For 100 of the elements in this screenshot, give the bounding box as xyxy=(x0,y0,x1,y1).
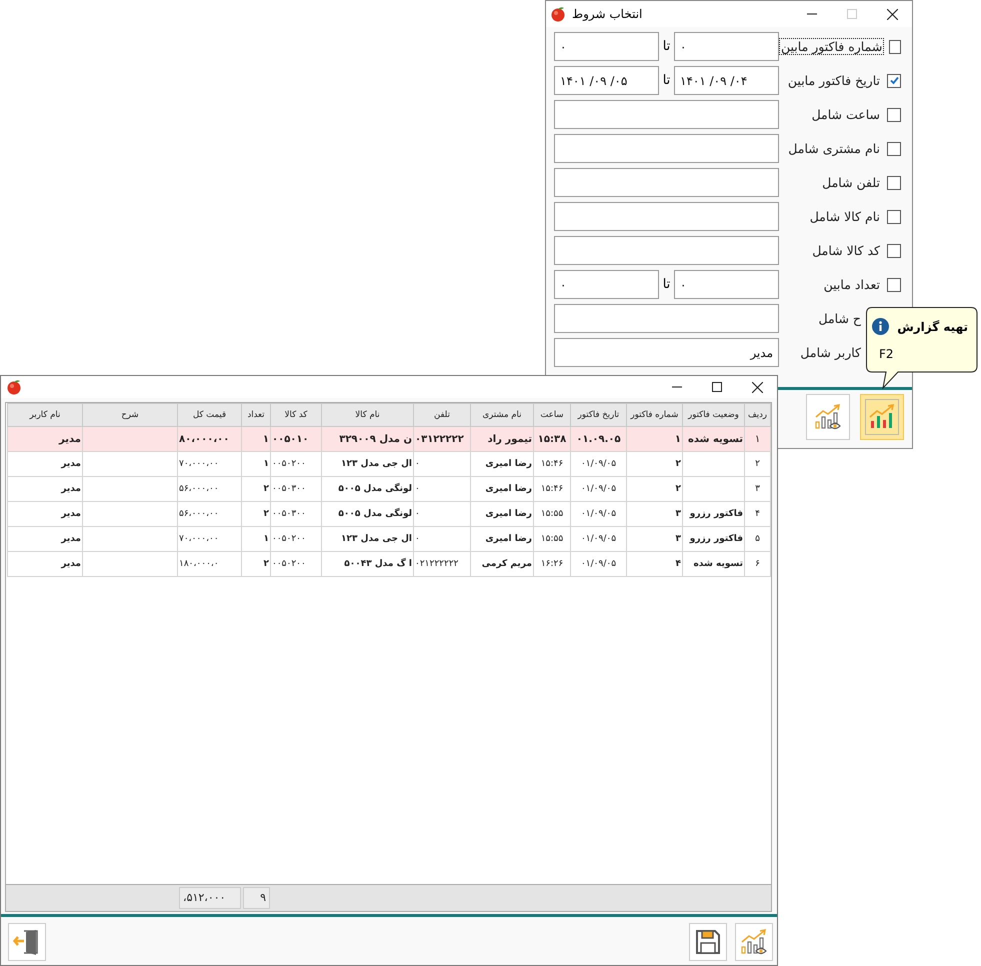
input-field[interactable]: ۰ xyxy=(554,32,659,61)
checkbox[interactable] xyxy=(889,40,901,54)
table-cell: تسویه شده xyxy=(682,552,744,576)
minimize-icon[interactable] xyxy=(672,386,682,388)
table-cell: ۱۵:۴۶ xyxy=(534,476,570,502)
table-cell: ۱۵:۵۵ xyxy=(534,502,570,526)
input-field[interactable]: مدیر xyxy=(554,338,779,367)
checkbox[interactable] xyxy=(887,210,901,224)
input-field[interactable]: ۱۴۰۱ /۰۹ /۰۵ xyxy=(554,66,659,95)
column-header[interactable]: نام مشتری xyxy=(470,404,534,426)
table-cell: ۲ xyxy=(744,452,770,476)
checkbox[interactable] xyxy=(887,108,901,122)
checkbox[interactable] xyxy=(887,142,901,156)
column-header[interactable]: قیمت کل xyxy=(178,404,242,426)
input-field[interactable] xyxy=(554,134,779,163)
input-field[interactable] xyxy=(554,236,779,265)
input-field[interactable] xyxy=(554,202,779,231)
table-cell: ۰ xyxy=(414,502,470,526)
table-cell: فاکتور رزرو xyxy=(682,502,744,526)
table-cell: ۰۰۵۰۱۰ xyxy=(270,426,322,452)
info-icon xyxy=(872,318,890,335)
column-header[interactable]: ردیف xyxy=(744,404,770,426)
range-separator: تا xyxy=(662,39,672,54)
filter-label: تاریخ فاکتور مابین xyxy=(786,72,881,89)
table-cell: ۰۲۱۲۲۲۲۲۲ xyxy=(414,552,470,576)
chart-preview-icon xyxy=(813,402,843,432)
table-cell: مدیر xyxy=(8,526,82,552)
table-cell: ۱ xyxy=(242,426,270,452)
table-cell: ۱ xyxy=(242,452,270,476)
table-cell: ۲ xyxy=(626,452,682,476)
table-cell: ۰۰۵۰۳۰۰ xyxy=(270,502,322,526)
input-field[interactable]: ۱۴۰۱ /۰۹ /۰۴ xyxy=(674,66,779,95)
table-cell: ۰۰۵۰۲۰۰ xyxy=(270,552,322,576)
filter-label: نام کالا شامل xyxy=(808,208,881,225)
column-header[interactable]: نام کاربر xyxy=(8,404,82,426)
column-header[interactable]: تعداد xyxy=(242,404,270,426)
table-cell: ۰۰۵۰۲۰۰ xyxy=(270,526,322,552)
filter-label: ساعت شامل xyxy=(810,106,881,123)
column-header[interactable]: ساعت xyxy=(534,404,570,426)
table-cell: تسویه شده xyxy=(682,426,744,452)
table-cell: رضا امیری xyxy=(470,476,534,502)
column-header[interactable]: کد کالا xyxy=(270,404,322,426)
input-field[interactable]: ۰ xyxy=(674,32,779,61)
tomato-icon xyxy=(6,379,22,395)
close-icon[interactable] xyxy=(752,382,762,392)
input-field[interactable]: ۰ xyxy=(674,270,779,299)
total-value: ۹ xyxy=(243,887,270,909)
column-header[interactable]: نام کالا xyxy=(322,404,414,426)
table-cell: مدیر xyxy=(8,502,82,526)
table-cell: فاکتور رزرو xyxy=(682,526,744,552)
filter-label: نام مشتری شامل xyxy=(787,140,881,157)
table-cell: ۱۵:۳۸ xyxy=(534,426,570,452)
column-header[interactable]: وضعیت فاکتور xyxy=(682,404,744,426)
table-cell: ۰۱/۰۹/۰۵ xyxy=(570,502,626,526)
input-field[interactable]: ۰ xyxy=(554,270,659,299)
input-field[interactable] xyxy=(554,304,779,333)
input-field[interactable] xyxy=(554,168,779,197)
maximize-icon[interactable] xyxy=(712,382,722,392)
close-icon[interactable] xyxy=(886,8,898,20)
table-cell: ۷۰،۰۰۰،۰۰ xyxy=(178,452,242,476)
checkbox[interactable] xyxy=(887,74,901,88)
table-cell: ۲ xyxy=(242,476,270,502)
checkbox[interactable] xyxy=(887,278,901,292)
filter-label: کاربر شامل xyxy=(799,344,862,361)
exit-door-icon xyxy=(13,928,41,956)
report-button[interactable] xyxy=(860,394,904,440)
table-cell: رضا امیری xyxy=(470,526,534,552)
table-cell: ال جی مدل ۱۲۳ xyxy=(322,526,414,552)
filter-label: ح شامل xyxy=(818,310,862,327)
preview-button[interactable] xyxy=(806,394,850,440)
table-cell: ۳ xyxy=(626,502,682,526)
table-cell: ۵۶،۰۰۰،۰۰ xyxy=(178,476,242,502)
preview-button[interactable] xyxy=(735,923,773,961)
column-header[interactable]: تاریخ فاکتور xyxy=(570,404,626,426)
minimize-icon[interactable] xyxy=(807,13,817,15)
column-header[interactable]: تلفن xyxy=(414,404,470,426)
range-separator: تا xyxy=(662,277,672,292)
table-cell: ۱۵:۵۵ xyxy=(534,526,570,552)
table-cell: ۵۶،۰۰۰،۰۰ xyxy=(178,502,242,526)
input-field[interactable] xyxy=(554,100,779,129)
window-title: انتخاب شروط xyxy=(572,7,642,21)
filter-label: تعداد مابین xyxy=(822,276,881,293)
table-cell: ۰۰۵۰۲۰۰ xyxy=(270,452,322,476)
exit-button[interactable] xyxy=(8,923,46,961)
table-cell: ۵ xyxy=(744,526,770,552)
table-cell: ۲ xyxy=(242,552,270,576)
table-cell: ن مدل ۳۲۹۰۰۹ xyxy=(322,426,414,452)
table-cell: ۸۰،۰۰۰،۰۰ xyxy=(178,426,242,452)
save-icon xyxy=(694,928,722,956)
table-cell: ۴ xyxy=(626,552,682,576)
checkbox[interactable] xyxy=(887,176,901,190)
table-cell: ۱۸۰،۰۰۰،۰ xyxy=(178,552,242,576)
table-cell: ۱۵:۴۶ xyxy=(534,452,570,476)
column-header[interactable]: شرح xyxy=(82,404,178,426)
table-cell: ۰۰۵۰۳۰۰ xyxy=(270,476,322,502)
checkbox[interactable] xyxy=(887,244,901,258)
table-cell: ا گ مدل ۵۰۰۴۳ xyxy=(322,552,414,576)
table-cell: ۱ xyxy=(744,426,770,452)
save-button[interactable] xyxy=(689,923,727,961)
column-header[interactable]: شماره فاکتور xyxy=(626,404,682,426)
